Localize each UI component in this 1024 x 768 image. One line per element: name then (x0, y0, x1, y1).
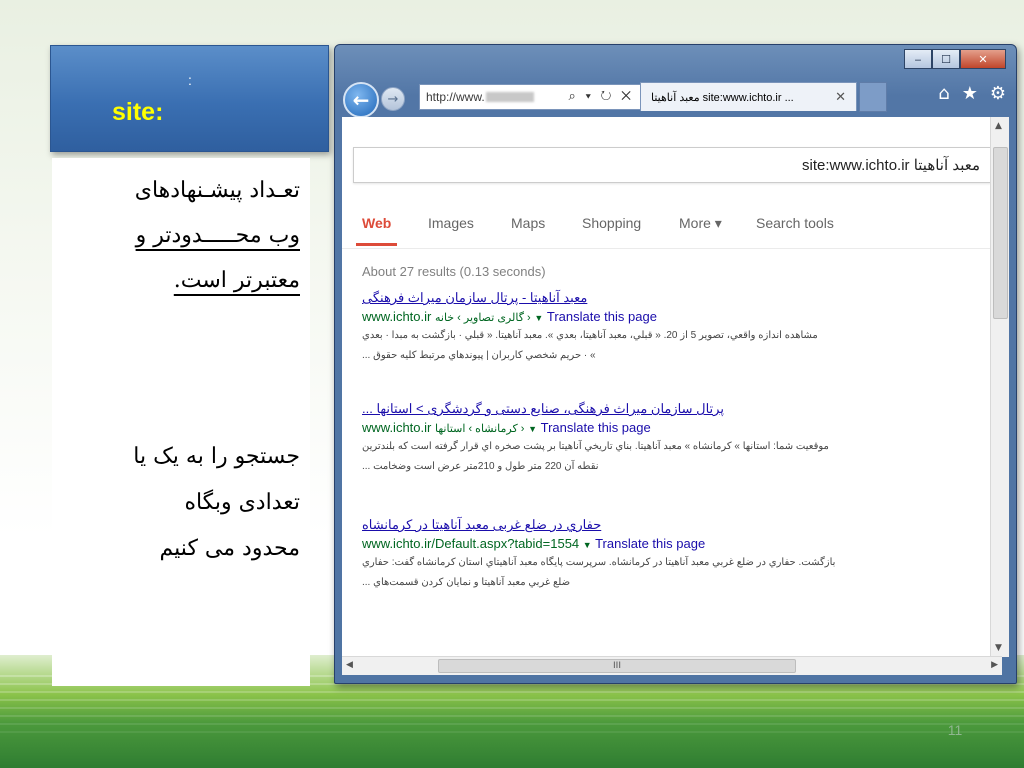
browser-toolbar-icons: ⌂ ★ ⚙ (938, 83, 1006, 104)
result-snippet-line-2: ضلع غربي معبد آناهيتا و نمايان كردن قسمت… (362, 577, 571, 588)
result-breadcrumb: گالری تصاویر › خانه › (434, 312, 531, 324)
search-result: حفاري در ضلع غربی معبد آناهیتا در کرمانش… (362, 517, 932, 591)
result-title[interactable]: حفاري در ضلع غربی معبد آناهیتا در کرمانش… (362, 517, 932, 533)
search-query: site:www.ichto.ir معبد آناهیتا (802, 157, 980, 174)
tab-shopping[interactable]: Shopping (582, 215, 641, 231)
settings-gear-icon[interactable]: ⚙ (990, 83, 1006, 104)
slide-title-colon: : (188, 72, 192, 88)
address-text: http://www. (426, 90, 485, 104)
page-content: site:www.ichto.ir معبد آناهیتا Web Image… (342, 117, 1002, 657)
favorites-star-icon[interactable]: ★ (962, 83, 978, 104)
paragraph-2: جستجو را به یک یا تعدادی وبگاه محدود می … (60, 434, 300, 572)
paragraph-1-line-2: وب محـــــدودتر و (135, 223, 300, 248)
paragraph-1-line-3: معتبرتر است. (173, 268, 300, 293)
minimize-button[interactable]: ‒ (904, 49, 932, 69)
tab-images[interactable]: Images (428, 215, 474, 231)
new-tab-button[interactable] (859, 82, 887, 112)
home-icon[interactable]: ⌂ (938, 83, 949, 104)
translate-link[interactable]: Translate this page (595, 536, 705, 551)
result-snippet-line-2: » · حريم شخصي كاربران | پيوندهاي مرتبط ك… (362, 350, 596, 361)
result-snippet-line-1: موقعيت شما: استانها » كرمانشاه » معبد آن… (362, 441, 829, 452)
result-snippet-line-1: بازگشت. حفاري در ضلع غربي معبد آناهيتا د… (362, 557, 836, 568)
result-stats: About 27 results (0.13 seconds) (362, 264, 546, 279)
dropdown-arrow-icon[interactable]: ▼ (583, 540, 592, 550)
slide-number: 11 (947, 722, 963, 738)
browser-tab[interactable]: معبد آناهيتا site:www.ichto.ir ... ✕ (640, 82, 857, 111)
scroll-left-arrow-icon[interactable]: ◀ (346, 660, 353, 670)
paragraph-2-line-1: جستجو را به یک یا (133, 444, 300, 469)
result-snippet-line-2: نقطه آن 220 متر طول و 210متر عرض است وضخ… (362, 461, 599, 472)
tab-search-tools[interactable]: Search tools (756, 215, 834, 231)
slide-title: site: (112, 98, 164, 126)
result-url-line: www.ichto.ir كرمانشاه › استانها › ▼ Tran… (362, 420, 932, 435)
scroll-right-arrow-icon[interactable]: ▶ (991, 660, 998, 670)
tabs-divider (342, 248, 1002, 249)
result-title[interactable]: پرتال سازمان میراث فرهنگی، صنایع دستی و … (362, 401, 932, 417)
address-bar[interactable]: http://www. ⌕ ▾ ↻ ✕ (419, 84, 641, 110)
result-url: www.ichto.ir (362, 309, 432, 324)
scroll-up-arrow-icon[interactable]: ▲ (995, 121, 1002, 131)
tab-more[interactable]: More ▾ (679, 215, 722, 232)
translate-link[interactable]: Translate this page (541, 420, 651, 435)
result-snippet-line-1: مشاهده اندازه واقعي، تصوير 5 از 20. « قب… (362, 330, 818, 341)
result-url: www.ichto.ir (362, 420, 432, 435)
translate-link[interactable]: Translate this page (547, 309, 657, 324)
close-window-button[interactable]: ✕ (960, 49, 1006, 69)
text-panel: تعـداد پیشـنهادهای وب محـــــدودتر و معت… (52, 158, 310, 686)
band-stripe (0, 723, 1024, 725)
maximize-button[interactable]: ☐ (932, 49, 960, 69)
search-input[interactable]: site:www.ichto.ir معبد آناهیتا (353, 147, 991, 183)
paragraph-2-line-2: تعدادی وبگاه (184, 490, 300, 515)
result-url: www.ichto.ir/Default.aspx?tabid=1554 (362, 536, 580, 551)
browser-window: ‒ ☐ ✕ ← → http://www. ⌕ ▾ ↻ ✕ معبد آناهي… (334, 44, 1017, 684)
band-stripe (0, 731, 1024, 733)
band-stripe (0, 699, 1024, 701)
back-arrow-icon[interactable]: ← (343, 82, 379, 118)
vertical-scrollbar[interactable]: ▲ ▼ (990, 117, 1009, 657)
paragraph-2-line-3: محدود می کنیم (159, 536, 300, 561)
vertical-scroll-thumb[interactable] (993, 147, 1008, 319)
band-stripe (0, 691, 1024, 693)
band-stripe (0, 715, 1024, 717)
result-title[interactable]: معبد آناهیتا - پرتال سازمان میراث فرهنگی (362, 290, 932, 306)
forward-arrow-icon[interactable]: → (381, 87, 405, 111)
paragraph-1-line-1: تعـداد پیشـنهادهای (134, 178, 300, 203)
window-controls: ‒ ☐ ✕ (904, 49, 1006, 69)
dropdown-arrow-icon[interactable]: ▼ (534, 313, 543, 323)
address-controls[interactable]: ⌕ ▾ ↻ ✕ (569, 88, 634, 104)
result-url-line: www.ichto.ir گالری تصاویر › خانه › ▼ Tra… (362, 309, 932, 324)
slide: 11 : site: تعـداد پیشـنهادهای وب محـــــ… (0, 0, 1024, 768)
band-stripe (0, 707, 1024, 709)
horizontal-scroll-thumb[interactable]: III (438, 659, 796, 673)
result-url-line: www.ichto.ir/Default.aspx?tabid=1554 ▼ T… (362, 536, 932, 551)
scroll-down-arrow-icon[interactable]: ▼ (995, 643, 1002, 653)
slide-title-box (50, 45, 329, 152)
horizontal-scrollbar[interactable]: ◀ III ▶ (342, 656, 1002, 675)
tab-maps[interactable]: Maps (511, 215, 545, 231)
tab-title: معبد آناهيتا site:www.ichto.ir ... (651, 92, 794, 104)
search-result: پرتال سازمان میراث فرهنگی، صنایع دستی و … (362, 401, 932, 475)
tab-close-icon[interactable]: ✕ (835, 89, 846, 105)
search-result: معبد آناهیتا - پرتال سازمان میراث فرهنگی… (362, 290, 932, 364)
dropdown-arrow-icon[interactable]: ▼ (528, 424, 537, 434)
tab-web[interactable]: Web (355, 215, 398, 246)
paragraph-1: تعـداد پیشـنهادهای وب محـــــدودتر و معت… (60, 168, 300, 303)
result-breadcrumb: كرمانشاه › استانها › (434, 423, 525, 435)
redacted-url-part (486, 92, 534, 102)
